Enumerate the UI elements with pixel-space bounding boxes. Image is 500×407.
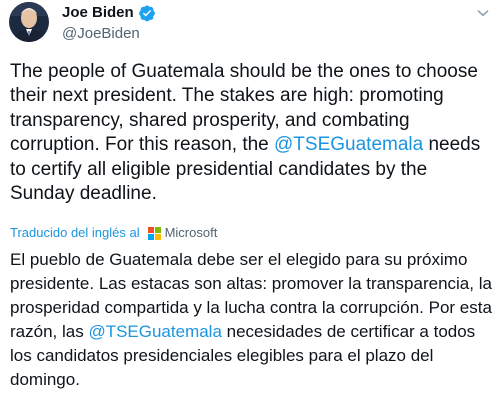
handle[interactable]: @JoeBiden (62, 25, 140, 43)
translation-provider: Microsoft (164, 225, 218, 240)
name-line: Joe Biden (62, 4, 156, 22)
tweet: Joe Biden @JoeBiden The people of Guatem… (0, 0, 500, 407)
tweet-text: The people of Guatemala should be the on… (10, 60, 495, 206)
translation-label[interactable]: Traducido del inglés al (10, 225, 140, 241)
display-name[interactable]: Joe Biden (62, 4, 134, 22)
menu-button[interactable] (472, 4, 494, 26)
translation-attribution: Traducido del inglés al Microsoft (10, 225, 217, 241)
chevron-down-icon (475, 5, 491, 26)
avatar[interactable] (9, 2, 49, 42)
translation-text: El pueblo de Guatemala debe ser el elegi… (10, 248, 495, 392)
mention-link[interactable]: @TSEGuatemala (274, 134, 423, 155)
microsoft-logo-icon (147, 226, 161, 240)
verified-badge-icon (138, 4, 156, 22)
translation-mention-link[interactable]: @TSEGuatemala (88, 322, 221, 341)
portrait-avatar-icon (9, 2, 49, 42)
